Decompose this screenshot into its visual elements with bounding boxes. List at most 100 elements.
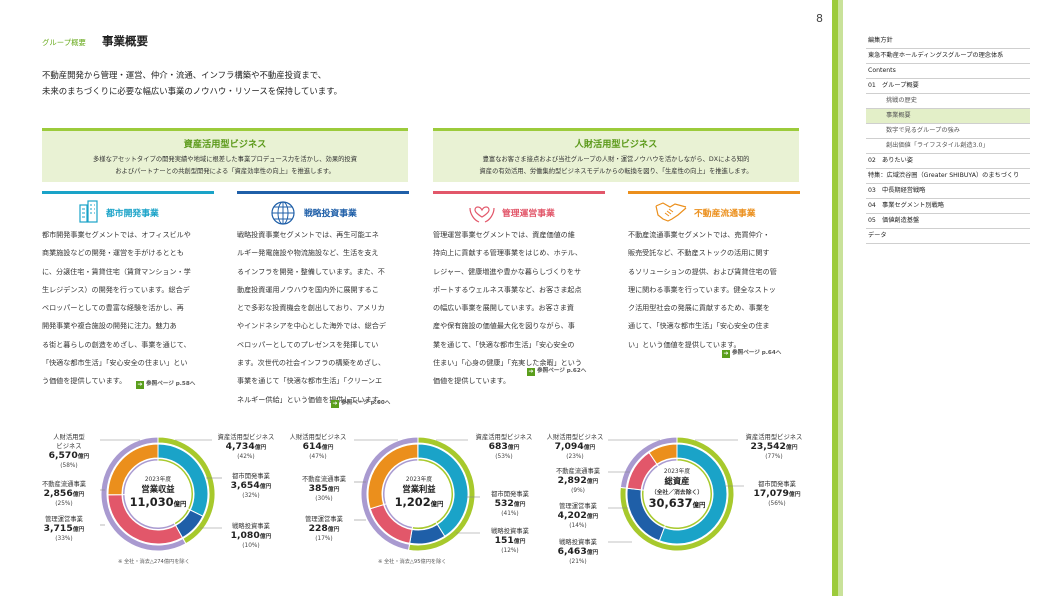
unit: 億円 <box>72 527 85 533</box>
center-unit: 億円 <box>692 501 706 509</box>
unit: 億円 <box>788 492 801 498</box>
unit: 億円 <box>72 492 85 498</box>
pct: (17%) <box>315 536 333 542</box>
unit: 億円 <box>254 445 267 451</box>
pct: (58%) <box>60 463 78 469</box>
center-year: 2023年度 <box>144 477 172 483</box>
c1-center: 2023年度 営業収益 11,030億円 <box>113 474 203 509</box>
nav-item[interactable]: 04 事業セグメント別戦略 <box>866 199 1030 214</box>
value: 6,463 <box>557 546 587 557</box>
c1-mgmt-label: 管理運営事業 3,715億円 (33%) <box>30 515 98 544</box>
pct: (10%) <box>242 543 260 549</box>
unit: 億円 <box>583 445 596 451</box>
c3-human-label: 人財活用型ビジネス 7,094億円 (23%) <box>542 433 608 462</box>
c1-strategy-label: 戦略投資事業 1,080億円 (10%) <box>222 522 280 551</box>
unit: 億円 <box>327 527 340 533</box>
center-year: 2023年度 <box>663 469 691 475</box>
pct: (41%) <box>501 511 519 517</box>
label-text: 人財活用型 <box>53 434 85 441</box>
value: 614 <box>302 441 322 452</box>
pct: (47%) <box>309 454 327 460</box>
unit: 億円 <box>513 502 526 508</box>
nav-item[interactable]: 編集方針 <box>866 34 1030 49</box>
c1-human-label: 人財活用型 ビジネス 6,570億円 (58%) <box>40 433 98 471</box>
unit: 億円 <box>513 539 526 545</box>
unit: 億円 <box>77 454 90 460</box>
center-title: 総資産 <box>664 476 690 486</box>
c1-note: ※ 全社・消去△274億円を除く <box>118 559 190 565</box>
pct: (53%) <box>495 454 513 460</box>
value: 23,542 <box>750 441 786 452</box>
pct: (12%) <box>501 548 519 554</box>
pct: (32%) <box>242 493 260 499</box>
nav-item[interactable]: 02 ありたい姿 <box>866 154 1030 169</box>
unit: 億円 <box>321 445 334 451</box>
c2-asset-label: 資産活用型ビジネス 683億円 (53%) <box>468 433 540 462</box>
nav-item[interactable]: 特集：広域渋谷圏（Greater SHIBUYA）のまちづくり <box>866 169 1030 184</box>
center-total: 1,202 <box>394 495 431 509</box>
c2-mgmt-label: 管理運営事業 228億円 (17%) <box>294 515 354 544</box>
pct: (9%) <box>571 488 585 494</box>
c2-note: ※ 全社・消去△95億円を除く <box>378 559 447 565</box>
nav-item[interactable]: 05 価値創造基盤 <box>866 214 1030 229</box>
pct: (77%) <box>765 454 783 460</box>
value: 151 <box>494 535 514 546</box>
nav-item[interactable]: データ <box>866 229 1030 244</box>
nav-item[interactable]: Contents <box>866 64 1030 79</box>
center-total: 30,637 <box>648 496 693 510</box>
unit: 億円 <box>259 484 272 490</box>
c2-strategy-label: 戦略投資事業 151億円 (12%) <box>480 527 540 556</box>
pct: (25%) <box>55 501 73 507</box>
pct: (56%) <box>768 501 786 507</box>
pct: (30%) <box>315 496 333 502</box>
nav-item[interactable]: 事業概要 <box>866 109 1030 124</box>
nav-item[interactable]: 東急不動産ホールディングスグループの理念体系 <box>866 49 1030 64</box>
c3-mgmt-label: 管理運営事業 4,202億円 (14%) <box>548 502 608 531</box>
nav-item[interactable]: 01 グループ概要 <box>866 79 1030 94</box>
pct: (23%) <box>566 454 584 460</box>
value: 3,654 <box>230 480 260 491</box>
unit: 億円 <box>586 550 599 556</box>
value: 17,079 <box>753 488 789 499</box>
c2-city-label: 都市開発事業 532億円 (41%) <box>480 490 540 519</box>
value: 1,080 <box>230 530 260 541</box>
nav-item[interactable]: 03 中長期経営戦略 <box>866 184 1030 199</box>
nav-item[interactable]: 数字で見るグループの強み <box>866 124 1030 139</box>
center-title: 営業収益 <box>141 484 175 494</box>
c2-dist-label: 不動産流通事業 385億円 (30%) <box>294 475 354 504</box>
c2-human-label: 人財活用型ビジネス 614億円 (47%) <box>282 433 354 462</box>
unit: 億円 <box>785 445 798 451</box>
center-title: 営業利益 <box>402 484 436 494</box>
unit: 億円 <box>327 487 340 493</box>
pct: (14%) <box>569 523 587 529</box>
c1-city-label: 都市開発事業 3,654億円 (32%) <box>222 472 280 501</box>
value: 3,715 <box>43 523 73 534</box>
unit: 億円 <box>586 514 599 520</box>
c1-asset-label: 資産活用型ビジネス 4,734億円 (42%) <box>212 433 280 462</box>
c3-city-label: 都市開発事業 17,079億円 (56%) <box>744 480 810 509</box>
nav-item[interactable]: 創出価値「ライフスタイル創造3.0」 <box>866 139 1030 154</box>
c3-dist-label: 不動産流通事業 2,892億円 (9%) <box>548 467 608 496</box>
center-unit: 億円 <box>430 500 444 508</box>
value: 385 <box>308 483 328 494</box>
nav-item[interactable]: 挑戦の歴史 <box>866 94 1030 109</box>
unit: 億円 <box>586 479 599 485</box>
side-accent-bar-light <box>838 0 843 596</box>
c3-asset-label: 資産活用型ビジネス 23,542億円 (77%) <box>738 433 810 462</box>
unit: 億円 <box>259 534 272 540</box>
c3-strategy-label: 戦略投資事業 6,463億円 (21%) <box>548 538 608 567</box>
center-year: 2023年度 <box>405 477 433 483</box>
pct: (21%) <box>569 559 587 565</box>
unit: 億円 <box>507 445 520 451</box>
side-navigation: 編集方針 東急不動産ホールディングスグループの理念体系 Contents 01 グルー… <box>866 34 1030 244</box>
c1-dist-label: 不動産流通事業 2,856億円 (25%) <box>30 480 98 509</box>
value: 4,734 <box>225 441 255 452</box>
value: 2,856 <box>43 488 73 499</box>
c2-center: 2023年度 営業利益 1,202億円 <box>374 474 464 509</box>
value: 2,892 <box>557 475 587 486</box>
value: 6,570 <box>48 450 78 461</box>
value: 228 <box>308 523 328 534</box>
center-subtitle: （全社／消去除く） <box>650 490 704 496</box>
value: 4,202 <box>557 510 587 521</box>
pct: (42%) <box>237 454 255 460</box>
